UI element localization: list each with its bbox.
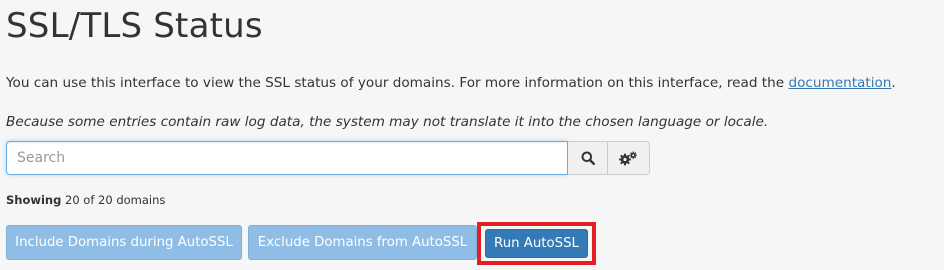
search-button[interactable] [568, 141, 608, 175]
documentation-link[interactable]: documentation [788, 75, 891, 91]
settings-button[interactable] [608, 141, 650, 175]
showing-count: Showing 20 of 20 domains [6, 193, 165, 207]
intro-text: You can use this interface to view the S… [6, 75, 896, 91]
include-domains-button[interactable]: Include Domains during AutoSSL [6, 225, 242, 260]
intro-text-end: . [891, 75, 896, 91]
log-data-note: Because some entries contain raw log dat… [6, 114, 769, 130]
cogs-icon [619, 151, 637, 165]
search-icon [581, 151, 595, 165]
page-title: SSL/TLS Status [6, 6, 263, 46]
ssl-tls-status-page: SSL/TLS Status You can use this interfac… [0, 0, 944, 270]
run-autossl-highlight: Run AutoSSL [477, 222, 596, 265]
showing-label: Showing [6, 193, 62, 207]
intro-text-body: You can use this interface to view the S… [6, 75, 789, 91]
showing-text: 20 of 20 domains [65, 193, 166, 207]
search-input[interactable] [6, 141, 568, 175]
search-group [6, 141, 650, 175]
exclude-domains-button[interactable]: Exclude Domains from AutoSSL [248, 225, 477, 260]
run-autossl-button[interactable]: Run AutoSSL [485, 229, 588, 258]
